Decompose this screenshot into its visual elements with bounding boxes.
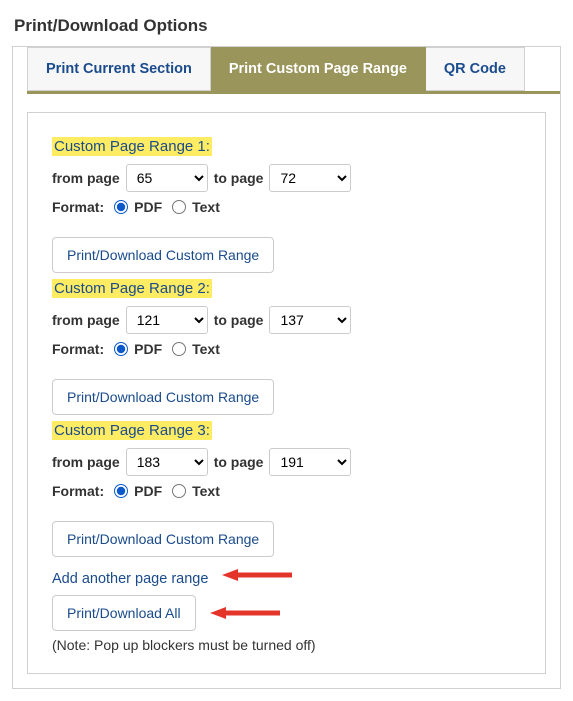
print-all-button[interactable]: Print/Download All [52, 595, 196, 631]
text-label: Text [192, 199, 220, 215]
options-container: Print Current Section Print Custom Page … [12, 46, 561, 689]
range-row-2: from page 121 to page 137 [52, 306, 521, 334]
tabs: Print Current Section Print Custom Page … [27, 47, 560, 91]
pdf-label: PDF [134, 483, 162, 499]
text-label: Text [192, 341, 220, 357]
format-text-3[interactable] [172, 484, 186, 498]
range-row-3: from page 183 to page 191 [52, 448, 521, 476]
pdf-label: PDF [134, 199, 162, 215]
arrow-icon [210, 605, 280, 621]
to-page-select-3[interactable]: 191 [269, 448, 351, 476]
print-range-button-1[interactable]: Print/Download Custom Range [52, 237, 274, 273]
format-label: Format: [52, 483, 104, 499]
from-label: from page [52, 170, 120, 186]
tab-print-current[interactable]: Print Current Section [27, 47, 211, 91]
to-label: to page [214, 454, 264, 470]
from-page-select-1[interactable]: 65 [126, 164, 208, 192]
to-label: to page [214, 312, 264, 328]
tab-qr-code[interactable]: QR Code [426, 47, 525, 91]
to-page-select-1[interactable]: 72 [269, 164, 351, 192]
add-page-range-link[interactable]: Add another page range [52, 571, 208, 587]
page-title: Print/Download Options [14, 16, 561, 36]
text-label: Text [192, 483, 220, 499]
format-text-2[interactable] [172, 342, 186, 356]
format-row-2: Format: PDF Text [52, 341, 521, 357]
format-label: Format: [52, 199, 104, 215]
from-label: from page [52, 454, 120, 470]
format-pdf-3[interactable] [114, 484, 128, 498]
from-page-select-2[interactable]: 121 [126, 306, 208, 334]
tab-print-custom[interactable]: Print Custom Page Range [211, 47, 426, 91]
print-range-button-2[interactable]: Print/Download Custom Range [52, 379, 274, 415]
from-label: from page [52, 312, 120, 328]
format-pdf-2[interactable] [114, 342, 128, 356]
format-row-1: Format: PDF Text [52, 199, 521, 215]
range-title-3: Custom Page Range 3: [52, 421, 212, 440]
arrow-icon [222, 567, 292, 583]
format-pdf-1[interactable] [114, 200, 128, 214]
to-label: to page [214, 170, 264, 186]
range-row-1: from page 65 to page 72 [52, 164, 521, 192]
print-range-button-3[interactable]: Print/Download Custom Range [52, 521, 274, 557]
custom-range-panel: Custom Page Range 1: from page 65 to pag… [27, 112, 546, 674]
format-row-3: Format: PDF Text [52, 483, 521, 499]
popup-note: (Note: Pop up blockers must be turned of… [52, 637, 521, 653]
range-title-1: Custom Page Range 1: [52, 137, 212, 156]
format-text-1[interactable] [172, 200, 186, 214]
format-label: Format: [52, 341, 104, 357]
to-page-select-2[interactable]: 137 [269, 306, 351, 334]
from-page-select-3[interactable]: 183 [126, 448, 208, 476]
range-title-2: Custom Page Range 2: [52, 279, 212, 298]
pdf-label: PDF [134, 341, 162, 357]
